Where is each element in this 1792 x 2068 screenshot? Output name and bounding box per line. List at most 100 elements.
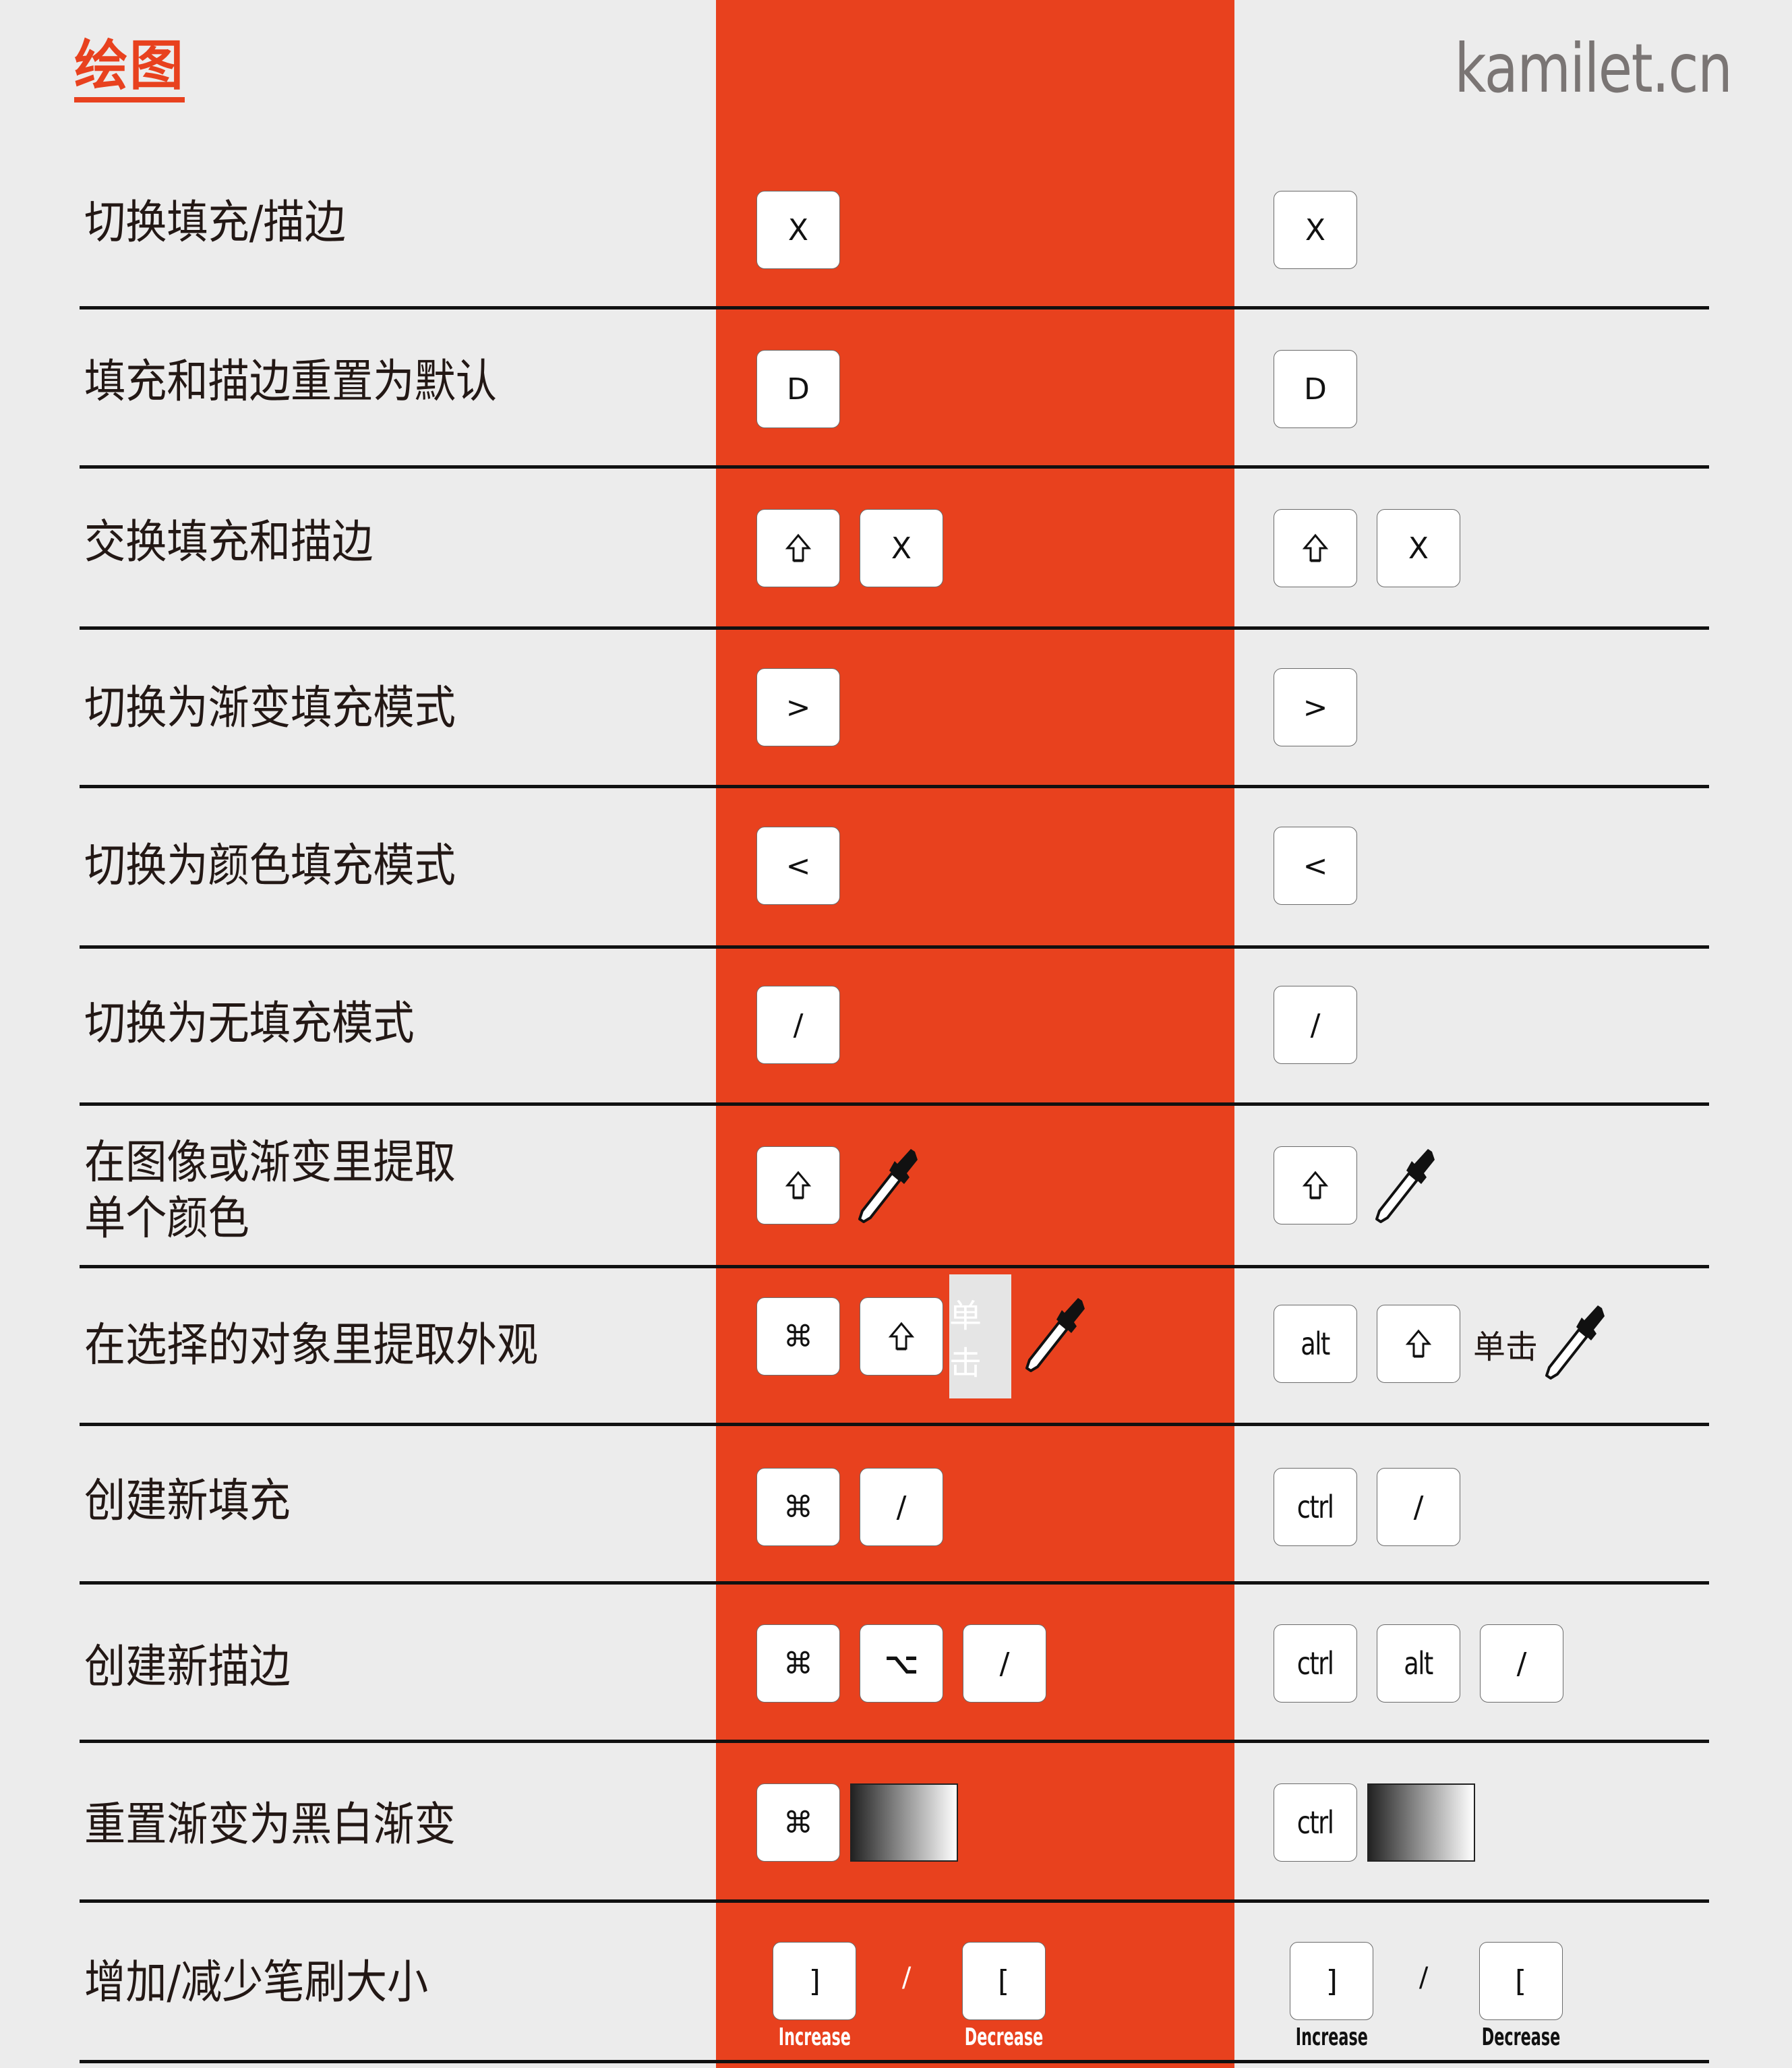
win-keys: <: [1274, 827, 1357, 905]
row-label: 重置渐变为黑白渐变: [84, 1798, 456, 1852]
eyedropper-icon: [1367, 1144, 1448, 1224]
row-divider: [80, 2060, 1709, 2063]
row-divider: [80, 1265, 1709, 1268]
key-shift: [756, 509, 840, 587]
key-shift: [1274, 1146, 1357, 1224]
row-divider: [80, 1423, 1709, 1426]
decrease-group: [ Decrease: [940, 1942, 1067, 2050]
row-label: 切换为颜色填充模式: [84, 839, 456, 893]
key-command: ⌘: [756, 1783, 840, 1862]
win-keys: >: [1274, 668, 1357, 746]
shift-icon: [1302, 533, 1329, 563]
row-divider: [80, 945, 1709, 949]
mac-keys: X: [756, 191, 840, 269]
mac-keys: ⌘ ⌥ /: [756, 1624, 1046, 1703]
win-keys: alt 单击: [1274, 1305, 1618, 1383]
win-keys: X: [1274, 191, 1357, 269]
key-shift: [860, 1297, 943, 1376]
key-ctrl: ctrl: [1274, 1624, 1357, 1703]
key-alt: alt: [1274, 1305, 1357, 1383]
key-left-bracket: [: [961, 1942, 1046, 2020]
mac-keys: ] Increase / [ Decrease: [756, 1942, 1067, 2050]
gradient-swatch: [1367, 1783, 1475, 1862]
decrease-group: [ Decrease: [1458, 1942, 1584, 2050]
row-label: 在图像或渐变里提取 单个颜色: [84, 1135, 456, 1247]
separator-slash: /: [901, 1962, 912, 1993]
row-label: 创建新描边: [84, 1641, 291, 1694]
brand-watermark: kamilet.cn: [1454, 29, 1733, 108]
decrease-caption: Decrease: [964, 2023, 1043, 2051]
key-right-bracket: ]: [1290, 1942, 1374, 2020]
mac-keys: [756, 1146, 931, 1224]
mac-keys: /: [756, 986, 840, 1064]
key-greater-than: >: [1274, 668, 1357, 746]
row-label: 在选择的对象里提取外观: [84, 1319, 539, 1372]
gradient-swatch: [850, 1783, 958, 1862]
row-divider: [80, 306, 1709, 309]
key-less-than: <: [756, 827, 840, 905]
shift-icon: [1302, 1171, 1329, 1200]
key-slash: /: [1274, 986, 1357, 1064]
key-slash: /: [963, 1624, 1046, 1703]
key-x: X: [1274, 191, 1357, 269]
row-label-line1: 在图像或渐变里提取: [84, 1136, 456, 1189]
row-divider: [80, 626, 1709, 630]
key-slash: /: [1377, 1468, 1460, 1546]
key-shift: [756, 1146, 840, 1224]
row-label: 切换填充/描边: [84, 196, 346, 249]
mac-keys: ⌘ 单击: [756, 1274, 1098, 1398]
win-keys: ctrl alt /: [1274, 1624, 1563, 1703]
row-divider: [80, 1899, 1709, 1903]
eyedropper-icon: [1017, 1293, 1098, 1373]
click-label: 单击: [1473, 1328, 1539, 1366]
win-keys: [1274, 1146, 1448, 1224]
page-title: 绘图: [74, 39, 185, 102]
win-keys: ctrl: [1274, 1783, 1475, 1862]
key-command: ⌘: [756, 1624, 840, 1703]
increase-group: ] Increase: [756, 1942, 873, 2050]
key-option: ⌥: [860, 1624, 943, 1703]
key-ctrl: ctrl: [1274, 1783, 1357, 1862]
shift-icon: [888, 1322, 915, 1351]
key-d: D: [1274, 350, 1357, 428]
mac-keys: ⌘: [756, 1783, 958, 1862]
row-label: 创建新填充: [84, 1475, 291, 1528]
row-label: 填充和描边重置为默认: [84, 355, 498, 409]
click-label: 单击: [949, 1274, 1011, 1398]
key-x: X: [756, 191, 840, 269]
mac-keys: ⌘ /: [756, 1468, 943, 1546]
row-divider: [80, 1581, 1709, 1585]
mac-keys: >: [756, 668, 840, 746]
row-label: 切换为无填充模式: [84, 997, 415, 1051]
mac-keys: <: [756, 827, 840, 905]
increase-caption: Increase: [778, 2023, 851, 2051]
key-alt: alt: [1377, 1624, 1460, 1703]
shift-icon: [785, 1171, 812, 1200]
eyedropper-icon: [1537, 1300, 1618, 1381]
key-left-bracket: [: [1479, 1942, 1563, 2020]
key-slash: /: [1480, 1624, 1563, 1703]
mac-keys: X: [756, 509, 943, 587]
key-less-than: <: [1274, 827, 1357, 905]
row-label: 增加/减少笔刷大小: [84, 1956, 429, 2009]
row-label-line2: 单个颜色: [84, 1191, 249, 1245]
key-d: D: [756, 350, 840, 428]
separator-slash: /: [1418, 1962, 1429, 1993]
shift-icon: [785, 533, 812, 563]
key-greater-than: >: [756, 668, 840, 746]
decrease-caption: Decrease: [1481, 2023, 1560, 2051]
key-right-bracket: ]: [773, 1942, 857, 2020]
row-label: 切换为渐变填充模式: [84, 682, 456, 735]
win-keys: D: [1274, 350, 1357, 428]
key-command: ⌘: [756, 1297, 840, 1376]
row-divider: [80, 1740, 1709, 1743]
increase-caption: Increase: [1295, 2023, 1368, 2051]
win-keys: ] Increase / [ Decrease: [1274, 1942, 1584, 2050]
key-slash: /: [860, 1468, 943, 1546]
row-label: 交换填充和描边: [84, 516, 374, 569]
win-keys: X: [1274, 509, 1460, 587]
key-shift: [1377, 1305, 1460, 1383]
key-x: X: [860, 509, 943, 587]
win-keys: /: [1274, 986, 1357, 1064]
win-keys: ctrl /: [1274, 1468, 1460, 1546]
